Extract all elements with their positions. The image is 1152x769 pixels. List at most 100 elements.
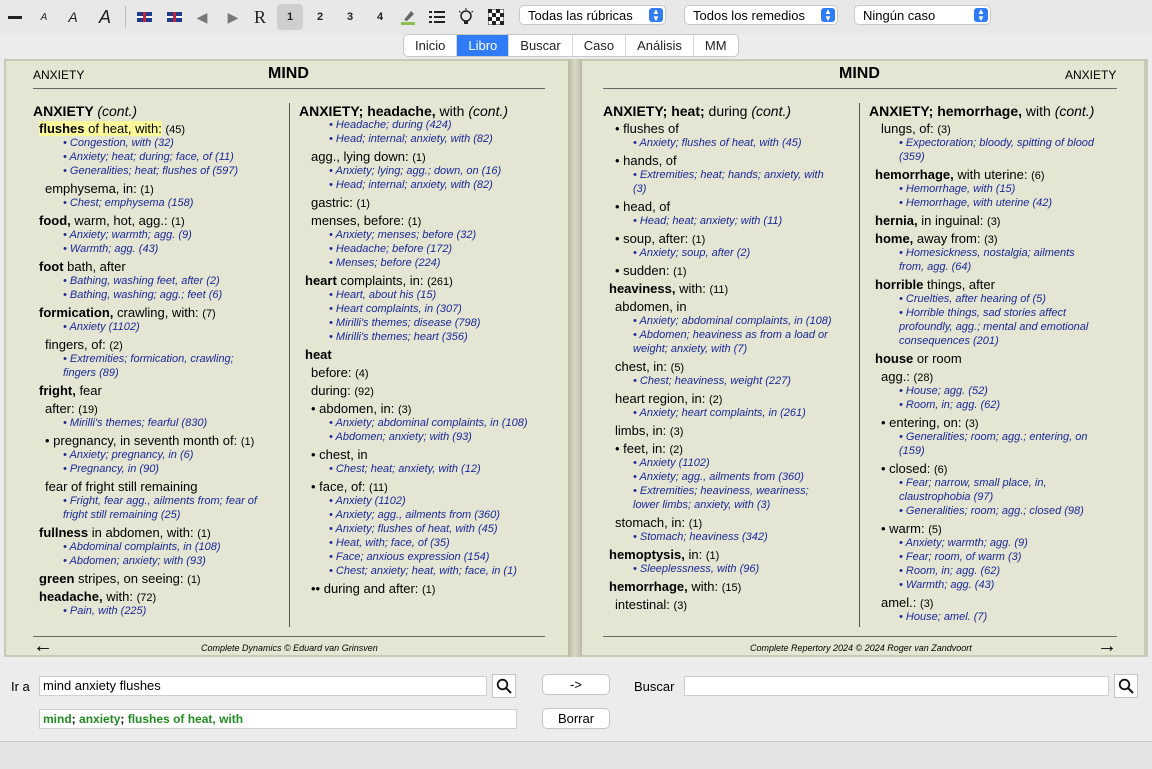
rubric-line[interactable]: • Generalities; room; agg.; entering, on xyxy=(899,430,1088,444)
rubric-line[interactable]: • Stomach; heaviness (342) xyxy=(633,530,768,544)
tab-inicio[interactable]: Inicio xyxy=(404,35,458,56)
rubric-line[interactable]: limbs, in: (3) xyxy=(615,424,683,439)
rubric-line[interactable]: claustrophobia (97) xyxy=(899,490,993,504)
search-input[interactable] xyxy=(684,676,1109,696)
rubric-line[interactable]: intestinal: (3) xyxy=(615,598,687,613)
rubric-line[interactable]: agg.: (28) xyxy=(881,370,933,385)
rubric-line[interactable]: • Fear; room, of warm (3) xyxy=(899,550,1021,564)
rubric-line[interactable]: • House; agg. (52) xyxy=(899,384,988,398)
goto-search-icon[interactable] xyxy=(492,674,516,698)
rubric-line[interactable]: • Anxiety; agg., ailments from (360) xyxy=(633,470,804,484)
rubric-line[interactable]: • Generalities; room; agg.; closed (98) xyxy=(899,504,1084,518)
rubric-line[interactable]: lungs, of: (3) xyxy=(881,122,951,137)
rubric-line[interactable]: • Anxiety; warmth; agg. (9) xyxy=(63,228,192,242)
rubric-line[interactable]: • Extremities; heat; hands; anxiety, wit… xyxy=(633,168,824,182)
flag-uk-icon[interactable] xyxy=(164,4,184,30)
rubric-line[interactable]: foot bath, after xyxy=(39,260,126,274)
rubric-line[interactable]: • Face; anxious expression (154) xyxy=(329,550,489,564)
rubric-line[interactable]: • Anxiety (1102) xyxy=(63,320,140,334)
rubric-line[interactable]: • Abdomen; anxiety; with (93) xyxy=(329,430,472,444)
rubric-line[interactable]: before: (4) xyxy=(311,366,369,381)
rubric-line[interactable]: • Bathing, washing feet, after (2) xyxy=(63,274,220,288)
next-page-arrow-icon[interactable]: → xyxy=(1097,636,1117,656)
rubric-line[interactable]: green stripes, on seeing: (1) xyxy=(39,572,201,587)
rubric-line[interactable]: food, warm, hot, agg.: (1) xyxy=(39,214,185,229)
rubric-line[interactable]: • Mirilli's themes; fearful (830) xyxy=(63,416,207,430)
rubric-line[interactable]: from, agg. (64) xyxy=(899,260,971,274)
rubric-line[interactable]: • warm: (5) xyxy=(881,522,942,537)
rubric-line[interactable]: • Abdomen; anxiety; with (93) xyxy=(63,554,206,568)
rubric-line[interactable]: menses, before: (1) xyxy=(311,214,421,229)
grid-icon[interactable] xyxy=(485,4,507,30)
rubric-line[interactable]: consequences (201) xyxy=(899,334,999,348)
rubric-line[interactable]: home, away from: (3) xyxy=(875,232,998,247)
rubric-line[interactable]: fullness in abdomen, with: (1) xyxy=(39,526,211,541)
flag-uk-icon[interactable] xyxy=(134,4,154,30)
rubric-line[interactable]: • House; amel. (7) xyxy=(899,610,987,624)
lightbulb-icon[interactable] xyxy=(455,4,477,30)
tab-mm[interactable]: MM xyxy=(694,35,738,56)
rubric-line[interactable]: amel.: (3) xyxy=(881,596,933,611)
rubric-line[interactable]: • Congestion, with (32) xyxy=(63,136,174,150)
rubric-line[interactable]: • Warmth; agg. (43) xyxy=(899,578,994,592)
rubric-line[interactable]: • Chest; emphysema (158) xyxy=(63,196,193,210)
rubric-line[interactable]: • Mirilli's themes; heart (356) xyxy=(329,330,468,344)
rubric-line[interactable]: heart complaints, in: (261) xyxy=(305,274,453,289)
rubric-line[interactable]: • Sleeplessness, with (96) xyxy=(633,562,759,576)
rubric-line[interactable]: • Abdomen; heaviness as from a load or xyxy=(633,328,828,342)
rubric-line[interactable]: • face, of: (11) xyxy=(311,480,388,495)
rubric-line[interactable]: • chest, in xyxy=(311,448,368,462)
rubric-line[interactable]: horrible things, after xyxy=(875,278,995,292)
rubric-line[interactable]: • entering, on: (3) xyxy=(881,416,979,431)
rubric-line[interactable]: hemorrhage, with uterine: (6) xyxy=(875,168,1045,183)
rubric-line[interactable]: • Heart complaints, in (307) xyxy=(329,302,462,316)
rubric-line[interactable]: • abdomen, in: (3) xyxy=(311,402,411,417)
rubric-line[interactable]: chest, in: (5) xyxy=(615,360,684,375)
rubric-line[interactable]: fright still remaining (25) xyxy=(63,508,180,522)
rubric-line[interactable]: hemorrhage, with: (15) xyxy=(609,580,741,595)
rubric-line[interactable]: • Anxiety (1102) xyxy=(633,456,710,470)
rubric-line[interactable]: • Chest; heaviness, weight (227) xyxy=(633,374,791,388)
path-segment[interactable]: mind xyxy=(43,712,72,726)
search-icon[interactable] xyxy=(1114,674,1138,698)
rubric-line[interactable]: heaviness, with: (11) xyxy=(609,282,728,297)
rubric-line[interactable]: • Heat, with; face, of (35) xyxy=(329,536,450,550)
rubric-line[interactable]: • Mirilli's themes; disease (798) xyxy=(329,316,480,330)
path-segment[interactable]: flushes of heat, with xyxy=(128,712,243,726)
rubric-line[interactable]: • Head; internal; anxiety, with (82) xyxy=(329,178,493,192)
rubric-line[interactable]: • closed: (6) xyxy=(881,462,947,477)
rubric-line[interactable]: • hands, of xyxy=(615,154,677,168)
rubric-line[interactable]: fright, fear xyxy=(39,384,102,398)
rubric-line[interactable]: • Pregnancy, in (90) xyxy=(63,462,159,476)
rubric-line[interactable]: • Anxiety; agg., ailments from (360) xyxy=(329,508,500,522)
rubric-line[interactable]: hernia, in inguinal: (3) xyxy=(875,214,1000,229)
rubric-line[interactable]: (359) xyxy=(899,150,925,164)
rubric-line[interactable]: • Headache; before (172) xyxy=(329,242,452,256)
rubric-line[interactable]: •• during and after: (1) xyxy=(311,582,435,597)
rubric-line[interactable]: • Cruelties, after hearing of (5) xyxy=(899,292,1046,306)
rubric-line[interactable]: • Chest; anxiety; heat, with; face, in (… xyxy=(329,564,517,578)
tab-analisis[interactable]: Análisis xyxy=(626,35,694,56)
rubric-line[interactable]: • Horrible things, sad stories affect xyxy=(899,306,1066,320)
zoom-out-icon[interactable] xyxy=(4,4,26,30)
rubric-line[interactable]: house or room xyxy=(875,352,962,366)
rubric-line[interactable]: after: (19) xyxy=(45,402,98,417)
rubric-line[interactable]: • Anxiety; pregnancy, in (6) xyxy=(63,448,193,462)
rubric-line[interactable]: fingers, of: (2) xyxy=(45,338,123,353)
font-medium-button[interactable]: A xyxy=(62,4,84,30)
rubric-line[interactable]: weight; anxiety, with (7) xyxy=(633,342,747,356)
back-arrow-icon[interactable]: ◀ xyxy=(193,4,211,30)
rubric-line[interactable]: agg., lying down: (1) xyxy=(311,150,426,165)
rubric-line[interactable]: • Head; internal; anxiety, with (82) xyxy=(329,132,493,146)
rubric-line[interactable]: fingers (89) xyxy=(63,366,119,380)
rubric-line[interactable]: • Heart, about his (15) xyxy=(329,288,436,302)
rubric-line[interactable]: fear of fright still remaining xyxy=(45,480,197,494)
rubric-line[interactable]: • Bathing, washing; agg.; feet (6) xyxy=(63,288,222,302)
rubric-line[interactable]: • Head; heat; anxiety; with (11) xyxy=(633,214,782,228)
level-1-button[interactable]: 1 xyxy=(277,4,303,30)
tab-caso[interactable]: Caso xyxy=(573,35,627,56)
rubric-line[interactable]: emphysema, in: (1) xyxy=(45,182,154,197)
rubric-line[interactable]: • Anxiety; abdominal complaints, in (108… xyxy=(329,416,527,430)
rubric-line[interactable]: • Menses; before (224) xyxy=(329,256,440,270)
rubric-line[interactable]: • Anxiety; flushes of heat, with (45) xyxy=(633,136,802,150)
